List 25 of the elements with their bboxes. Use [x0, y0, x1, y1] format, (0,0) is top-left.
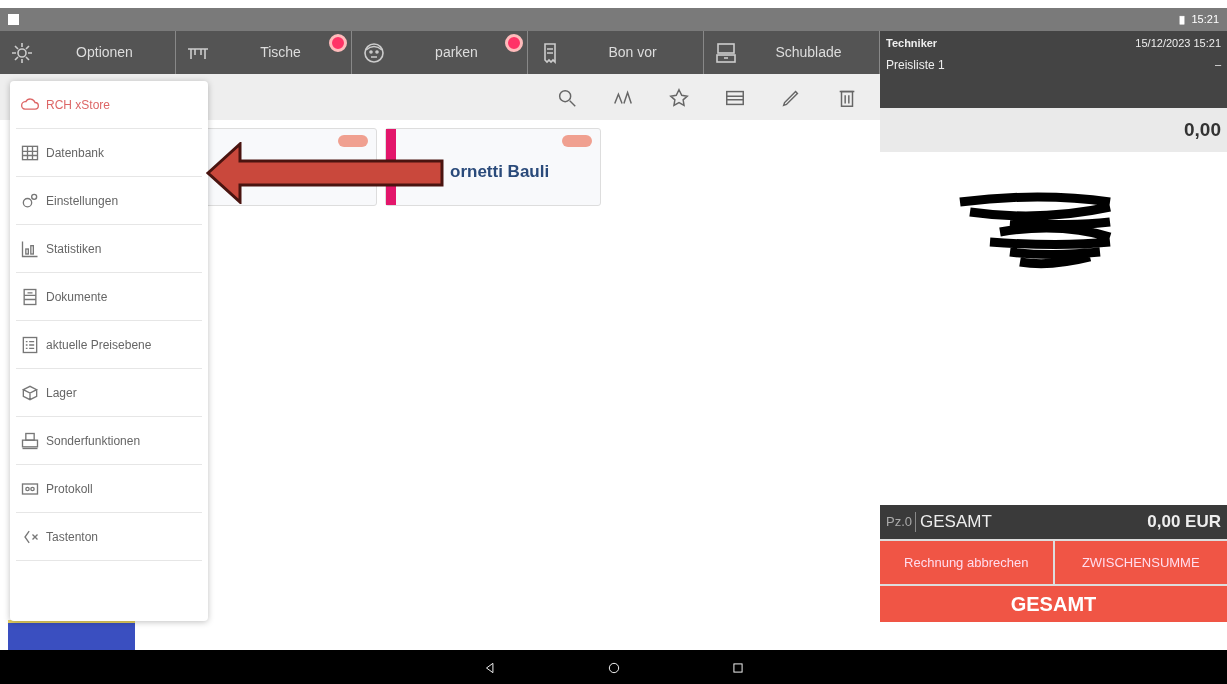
home-icon [606, 660, 621, 675]
price-tag [562, 135, 592, 147]
gear-icon [10, 40, 34, 65]
price-tag [338, 135, 368, 147]
menu-item[interactable]: RCH xStore [16, 81, 202, 129]
cash-drawer-icon [714, 40, 738, 65]
clock-time: 15:21 [1191, 12, 1219, 28]
date-time: 15/12/2023 15:21 [1135, 36, 1221, 51]
price-list-name: Preisliste 1 [886, 56, 945, 74]
amount-display: 0,00 [1184, 117, 1221, 142]
recents-icon [730, 660, 745, 675]
list-icon [20, 334, 40, 355]
operator-name: Techniker [886, 36, 938, 51]
notification-icon [8, 14, 19, 25]
battery-icon [1177, 13, 1188, 26]
total-label: GESAMT [920, 511, 992, 534]
star-icon [668, 86, 690, 109]
face-icon [362, 40, 386, 65]
printer-icon [20, 430, 40, 451]
product-name: ornetti Bauli [450, 161, 550, 183]
total-button[interactable]: GESAMT [880, 584, 1227, 622]
product-card[interactable]: ornetti Bauli [385, 128, 601, 206]
piece-count: Pz.0 [886, 512, 916, 532]
dash-text: – [1214, 56, 1221, 72]
total-amount: 0,00 EUR [1147, 511, 1221, 534]
